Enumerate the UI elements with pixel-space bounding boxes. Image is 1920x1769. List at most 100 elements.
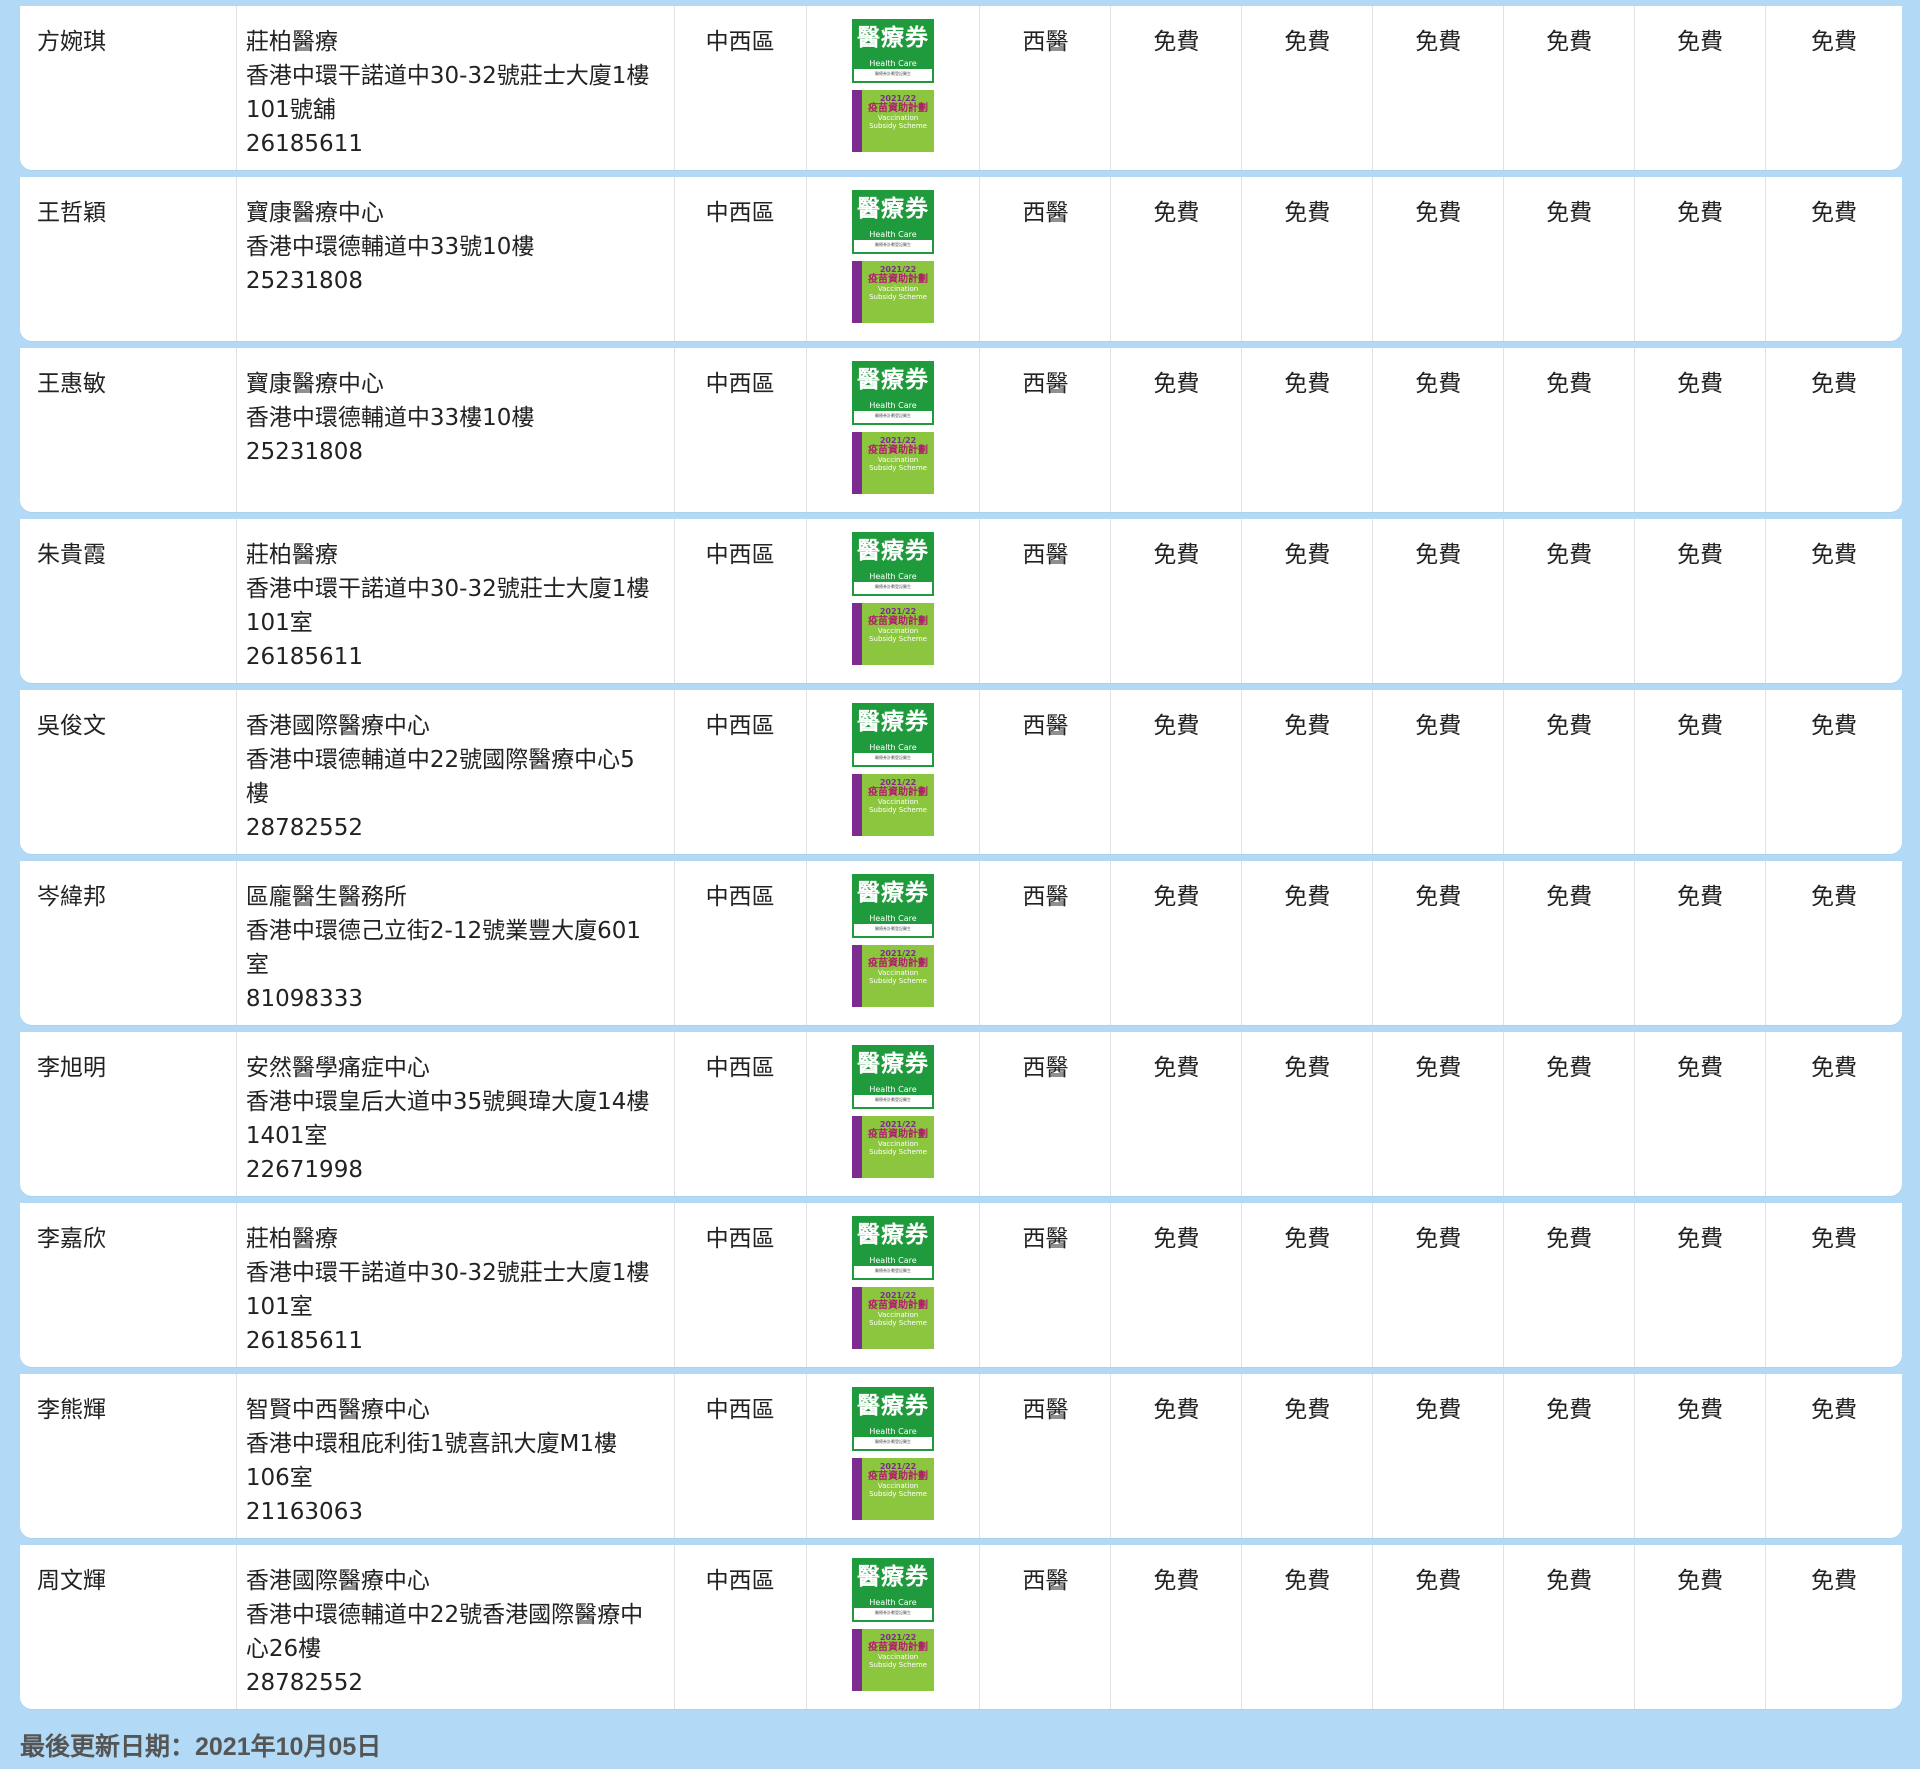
fee-cell: 免費 xyxy=(1372,519,1503,683)
clinic-info: 智賢中西醫療中心 香港中環租庇利街1號喜訊大廈M1樓 106室 21163063 xyxy=(235,1374,674,1538)
clinic-name: 莊柏醫療 xyxy=(245,542,338,568)
fee-cell: 免費 xyxy=(1110,348,1241,512)
fee-cell: 免費 xyxy=(1503,177,1634,341)
clinic-info: 寶康醫療中心 香港中環德輔道中33號10樓 25231808 xyxy=(235,177,674,341)
vaccine-logo-title: 疫苗資助計劃 xyxy=(868,274,929,285)
fee-cell: 免費 xyxy=(1634,1374,1765,1538)
doctor-type: 西醫 xyxy=(979,861,1110,1025)
voucher-logo-title: 醫療券 xyxy=(854,363,933,401)
scheme-badges: 醫療券 Health Care Voucher 醫療券計劃登記醫生 2021/22 疫苗… xyxy=(805,1032,980,1196)
voucher-logo-subtitle: Health Care Voucher xyxy=(854,230,933,249)
fee-cell: 免費 xyxy=(1110,690,1241,854)
vaccination-subsidy-scheme-logo: 2021/22 疫苗資助計劃 Vaccination Subsidy Scheme xyxy=(852,1287,935,1349)
doctor-row: 周文輝 香港國際醫療中心 香港中環德輔道中22號香港國際醫療中 心26樓 2878255… xyxy=(20,1545,1902,1709)
fee-cell: 免費 xyxy=(1634,177,1765,341)
vaccine-logo-en2: Subsidy Scheme xyxy=(869,293,927,301)
vaccine-logo-en2: Subsidy Scheme xyxy=(869,1661,927,1669)
fee-cell: 免費 xyxy=(1110,1203,1241,1367)
voucher-logo-title: 醫療券 xyxy=(854,705,933,743)
voucher-logo-fineprint: 醫療券計劃登記醫生 xyxy=(875,926,912,931)
voucher-logo-title: 醫療券 xyxy=(854,1218,933,1256)
vaccine-logo-text: 2021/22 疫苗資助計劃 Vaccination Subsidy Scheme xyxy=(864,949,932,985)
clinic-address-line: 101室 xyxy=(245,610,313,636)
clinic-address-line: 香港中環干諾道中30-32號莊士大廈1樓 xyxy=(245,1260,650,1286)
fee-cell: 免費 xyxy=(1110,861,1241,1025)
doctor-name: 王哲穎 xyxy=(37,200,106,226)
vaccine-logo-stripe xyxy=(852,90,863,152)
fee-cell: 免費 xyxy=(1241,1032,1372,1196)
vaccine-logo-title: 疫苗資助計劃 xyxy=(868,103,929,114)
fee-cell: 免費 xyxy=(1503,6,1634,170)
vaccine-logo-stripe xyxy=(852,1458,863,1520)
vaccine-logo-en1: Vaccination xyxy=(877,969,919,977)
fee-cell: 免費 xyxy=(1241,1545,1372,1709)
voucher-logo-subtitle: Health Care Voucher xyxy=(854,914,933,933)
fee-cell: 免費 xyxy=(1241,177,1372,341)
clinic-name: 安然醫學痛症中心 xyxy=(245,1055,430,1081)
doctor-type: 西醫 xyxy=(979,177,1110,341)
vaccine-logo-en2: Subsidy Scheme xyxy=(869,1148,927,1156)
clinic-phone: 26185611 xyxy=(245,1328,363,1354)
vaccine-logo-title: 疫苗資助計劃 xyxy=(868,1642,929,1653)
doctor-name: 李熊輝 xyxy=(37,1397,106,1423)
clinic-address-line: 香港中環干諾道中30-32號莊士大廈1樓 xyxy=(245,63,650,89)
clinic-address-line: 香港中環德輔道中22號國際醫療中心5 xyxy=(245,747,635,773)
doctor-name: 李旭明 xyxy=(37,1055,106,1081)
scheme-badges: 醫療券 Health Care Voucher 醫療券計劃登記醫生 2021/22 疫苗… xyxy=(805,1545,980,1709)
vaccination-subsidy-scheme-logo: 2021/22 疫苗資助計劃 Vaccination Subsidy Scheme xyxy=(852,945,935,1007)
clinic-info: 莊柏醫療 香港中環干諾道中30-32號莊士大廈1樓 101室 26185611 xyxy=(235,1203,674,1367)
fee-cell: 免費 xyxy=(1503,1032,1634,1196)
clinic-info: 香港國際醫療中心 香港中環德輔道中22號香港國際醫療中 心26樓 28782552 xyxy=(235,1545,674,1709)
voucher-logo-subtitle: Health Care Voucher xyxy=(854,1085,933,1104)
fee-cell: 免費 xyxy=(1241,6,1372,170)
fee-cell: 免費 xyxy=(1765,348,1902,512)
clinic-address-line: 香港中環德輔道中33號10樓 xyxy=(245,234,535,260)
doctor-row: 李嘉欣 莊柏醫療 香港中環干諾道中30-32號莊士大廈1樓 101室 26185611 中… xyxy=(20,1203,1902,1367)
vaccine-logo-title: 疫苗資助計劃 xyxy=(868,1471,929,1482)
vaccination-subsidy-scheme-logo: 2021/22 疫苗資助計劃 Vaccination Subsidy Scheme xyxy=(852,1116,935,1178)
clinic-phone: 21163063 xyxy=(245,1499,363,1525)
doctor-row: 李旭明 安然醫學痛症中心 香港中環皇后大道中35號興瑋大廈14樓 1401室 22671… xyxy=(20,1032,1902,1196)
district: 中西區 xyxy=(673,1203,806,1367)
clinic-name: 區龐醫生醫務所 xyxy=(245,884,407,910)
voucher-logo-subtitle: Health Care Voucher xyxy=(854,572,933,591)
fee-cell: 免費 xyxy=(1372,1203,1503,1367)
vaccine-logo-en2: Subsidy Scheme xyxy=(869,1490,927,1498)
doctor-type: 西醫 xyxy=(979,1203,1110,1367)
fee-cell: 免費 xyxy=(1765,861,1902,1025)
doctor-name: 李嘉欣 xyxy=(37,1226,106,1252)
doctor-name: 吳俊文 xyxy=(37,713,106,739)
clinic-address-line: 室 xyxy=(245,952,269,978)
vaccine-logo-en2: Subsidy Scheme xyxy=(869,122,927,130)
fee-cell: 免費 xyxy=(1372,348,1503,512)
voucher-logo-title: 醫療券 xyxy=(854,1560,933,1598)
doctor-list: 方婉琪 莊柏醫療 香港中環干諾道中30-32號莊士大廈1樓 101號舖 26185611… xyxy=(20,6,1902,1716)
clinic-address-line: 106室 xyxy=(245,1465,313,1491)
health-care-voucher-logo: 醫療券 Health Care Voucher 醫療券計劃登記醫生 xyxy=(852,532,935,596)
clinic-name: 寶康醫療中心 xyxy=(245,200,384,226)
clinic-address-line: 香港中環德輔道中33樓10樓 xyxy=(245,405,535,431)
fee-cell: 免費 xyxy=(1110,1374,1241,1538)
vaccine-logo-text: 2021/22 疫苗資助計劃 Vaccination Subsidy Scheme xyxy=(864,265,932,301)
vaccine-logo-text: 2021/22 疫苗資助計劃 Vaccination Subsidy Scheme xyxy=(864,778,932,814)
fee-cell: 免費 xyxy=(1634,519,1765,683)
vaccine-logo-stripe xyxy=(852,603,863,665)
scheme-badges: 醫療券 Health Care Voucher 醫療券計劃登記醫生 2021/22 疫苗… xyxy=(805,690,980,854)
last-updated-text: 最後更新日期：2021年10月05日 xyxy=(20,1733,382,1761)
clinic-phone: 28782552 xyxy=(245,815,363,841)
clinic-address-line: 101號舖 xyxy=(245,97,336,123)
voucher-logo-subtitle: Health Care Voucher xyxy=(854,401,933,420)
district: 中西區 xyxy=(673,1374,806,1538)
fee-cell: 免費 xyxy=(1110,1545,1241,1709)
fee-cell: 免費 xyxy=(1503,861,1634,1025)
vaccine-logo-stripe xyxy=(852,261,863,323)
vaccine-logo-en1: Vaccination xyxy=(877,285,919,293)
voucher-logo-subtitle: Health Care Voucher xyxy=(854,59,933,78)
voucher-logo-subtitle: Health Care Voucher xyxy=(854,1256,933,1275)
vaccine-logo-en1: Vaccination xyxy=(877,798,919,806)
doctor-type: 西醫 xyxy=(979,1032,1110,1196)
clinic-name: 智賢中西醫療中心 xyxy=(245,1397,430,1423)
vaccination-subsidy-scheme-logo: 2021/22 疫苗資助計劃 Vaccination Subsidy Scheme xyxy=(852,1629,935,1691)
fee-cell: 免費 xyxy=(1765,1545,1902,1709)
voucher-logo-fineprint: 醫療券計劃登記醫生 xyxy=(875,242,912,247)
